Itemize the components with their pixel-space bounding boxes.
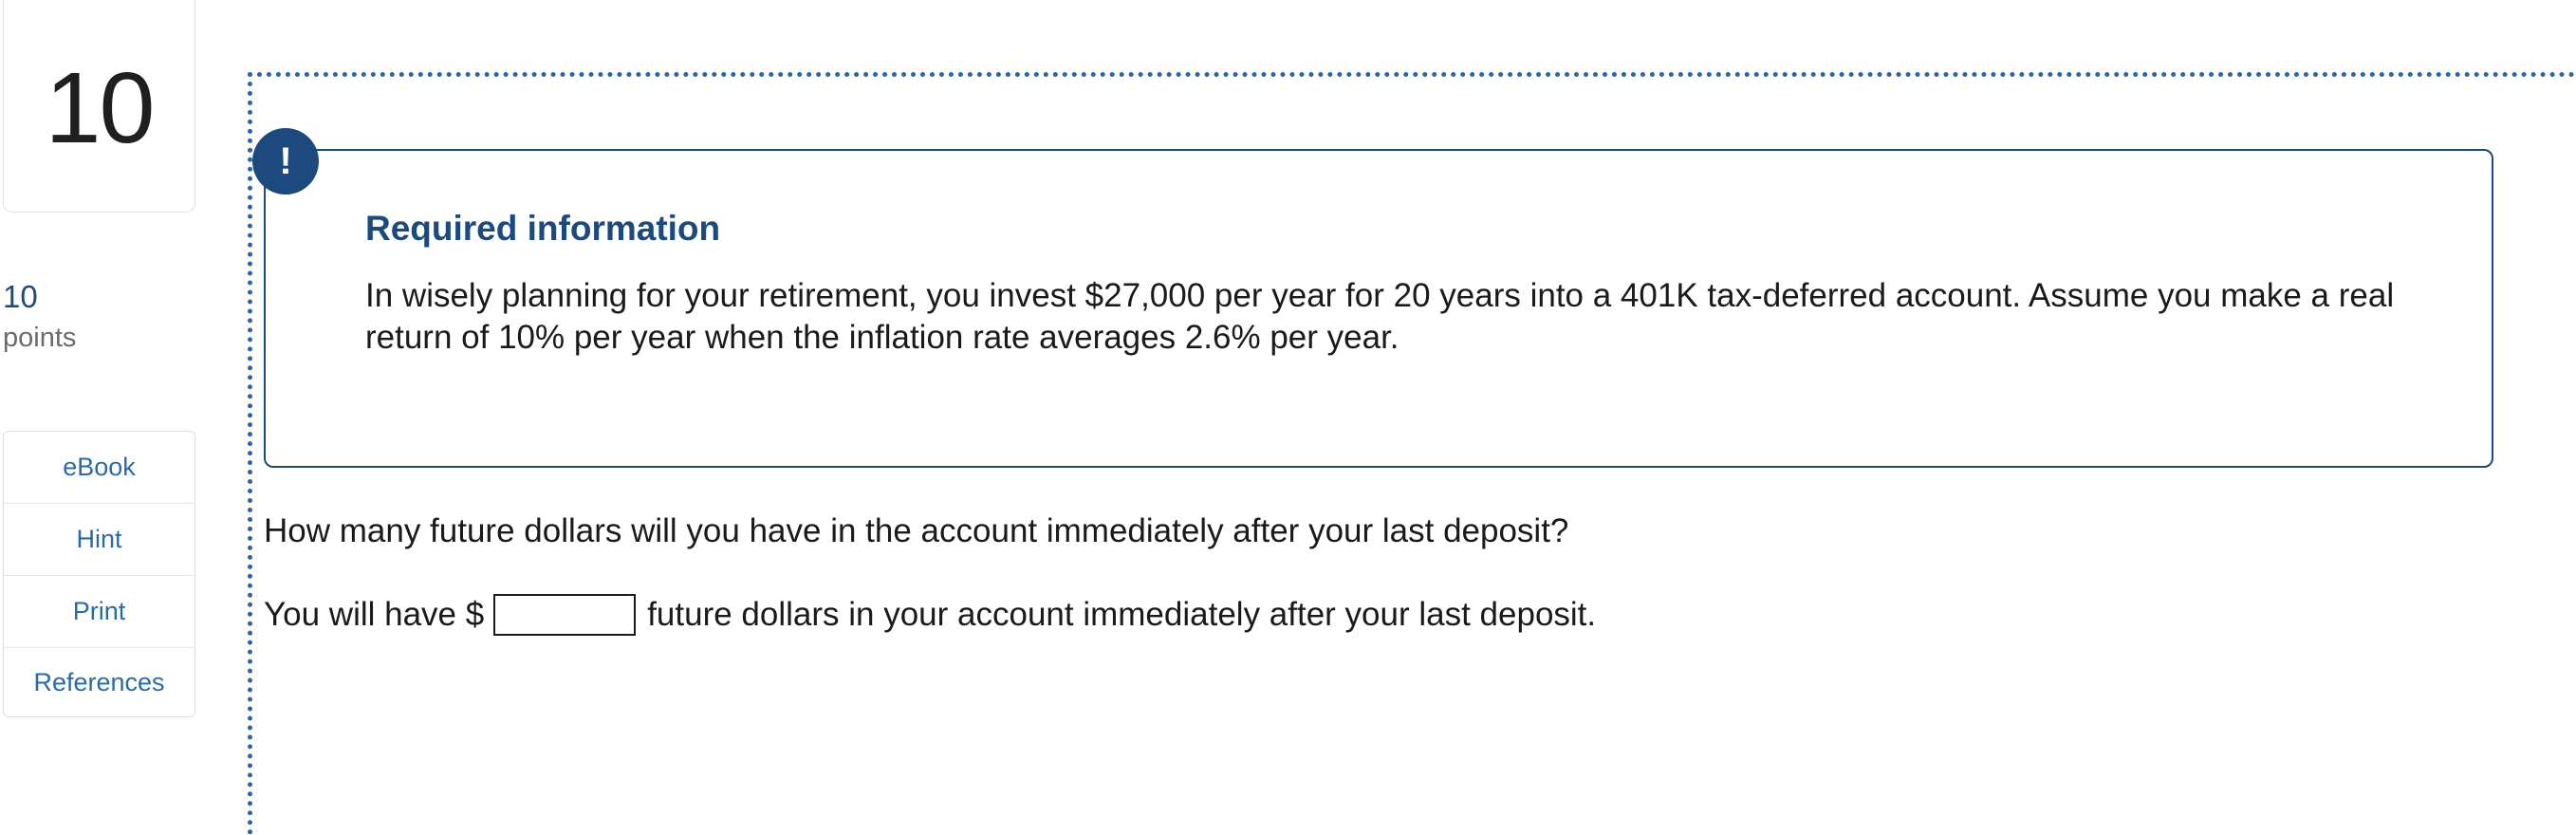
question-number-card: 10 xyxy=(3,0,195,213)
required-information-body: In wisely planning for your retirement, … xyxy=(365,277,2395,356)
points-value: 10 xyxy=(3,279,38,314)
question-page: 10 10 points eBook Hint Print References… xyxy=(0,0,2576,835)
required-information-title: Required information xyxy=(365,209,721,248)
question-tools-menu: eBook Hint Print References xyxy=(3,431,195,717)
exclamation-icon: ! xyxy=(252,128,319,195)
question-frame-left-border xyxy=(248,72,252,835)
points-label: points xyxy=(3,323,77,353)
references-link[interactable]: References xyxy=(4,648,195,716)
answer-suffix: future dollars in your account immediate… xyxy=(647,596,1597,633)
question-number: 10 xyxy=(45,51,156,164)
answer-prefix: You will have $ xyxy=(264,596,485,633)
hint-link[interactable]: Hint xyxy=(4,504,195,576)
answer-sentence: You will have $ future dollars in your a… xyxy=(264,594,1596,636)
future-dollars-input[interactable] xyxy=(493,594,637,636)
ebook-link[interactable]: eBook xyxy=(4,432,195,504)
question-text: How many future dollars will you have in… xyxy=(264,512,1569,549)
print-link[interactable]: Print xyxy=(4,576,195,648)
question-frame-top-border xyxy=(248,72,2576,77)
